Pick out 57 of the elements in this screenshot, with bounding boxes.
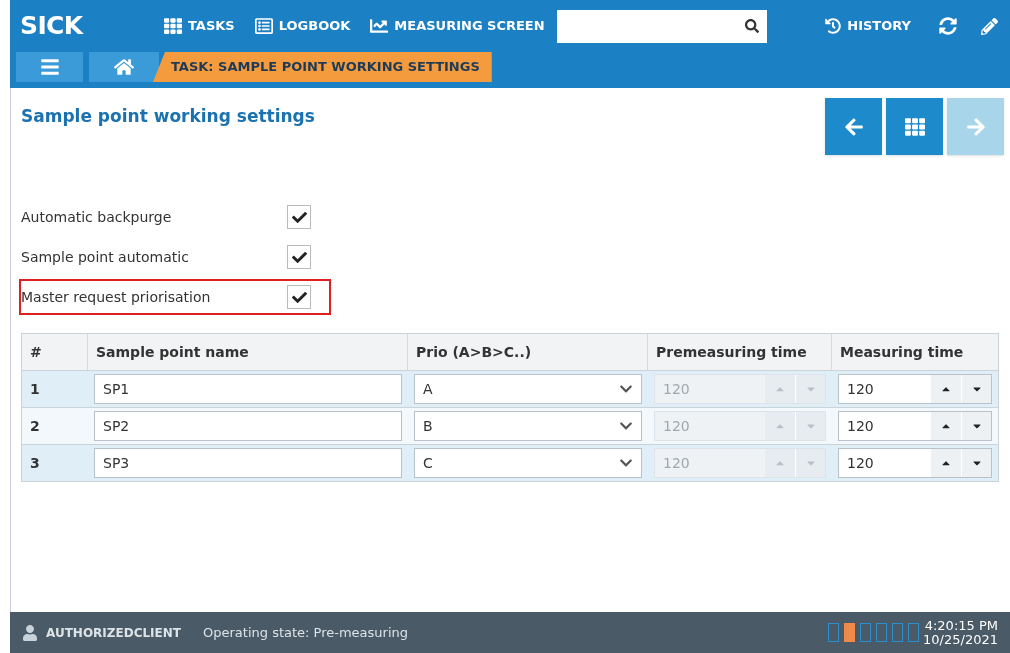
name-field[interactable]: SP2	[94, 411, 402, 441]
nav-link[interactable]: MEASURING SCREEN	[370, 16, 545, 36]
history-link[interactable]: HISTORY	[825, 16, 911, 36]
user-icon	[22, 624, 38, 641]
edit-icon[interactable]	[981, 17, 998, 35]
nav-button[interactable]	[825, 98, 882, 155]
prio-dropdown[interactable]: A	[414, 374, 642, 404]
menu-button[interactable]	[16, 52, 83, 82]
menu-icon	[39, 57, 60, 77]
increment-button[interactable]	[931, 412, 961, 440]
check-icon	[291, 289, 307, 305]
check-icon	[291, 209, 307, 225]
number-field[interactable]: 120	[838, 411, 992, 441]
setting-label: Master request priorisation	[21, 287, 212, 307]
prio-dropdown[interactable]: C	[414, 448, 642, 478]
history-icon	[825, 18, 842, 34]
increment-button[interactable]	[931, 375, 961, 403]
home-button[interactable]	[89, 52, 159, 82]
checkbox[interactable]	[287, 285, 311, 309]
row-number: 1	[29, 379, 41, 399]
decrement-button[interactable]	[961, 449, 991, 477]
line-chart-icon	[370, 17, 389, 35]
grid-icon	[164, 17, 182, 35]
name-field[interactable]: SP3	[94, 448, 402, 478]
page-title: Sample point working settings	[21, 105, 315, 128]
operating-state: Operating state: Pre-measuring	[203, 623, 409, 642]
row-number: 2	[29, 416, 41, 436]
number-field[interactable]: 120	[838, 374, 992, 404]
number-field[interactable]: 120	[838, 448, 992, 478]
nav-button[interactable]	[886, 98, 943, 155]
search-icon	[744, 19, 759, 33]
increment-button[interactable]	[931, 449, 961, 477]
clock-time: 4:20:15 PM	[924, 618, 998, 633]
setting-label: Automatic backpurge	[21, 207, 173, 227]
refresh-icon[interactable]	[939, 17, 957, 35]
checkbox[interactable]	[287, 245, 311, 269]
row-number: 3	[29, 453, 41, 473]
decrement-button[interactable]	[961, 375, 991, 403]
home-icon	[114, 57, 134, 77]
clock-date: 10/25/2021	[923, 632, 998, 647]
list-icon	[254, 17, 273, 35]
column-header: Measuring time	[839, 342, 965, 362]
setting-label: Sample point automatic	[21, 247, 190, 267]
logo: SICK	[20, 10, 85, 43]
breadcrumb-tab[interactable]: TASK: SAMPLE POINT WORKING SETTINGS	[153, 52, 492, 82]
prio-dropdown[interactable]: B	[414, 411, 642, 441]
grid-icon	[904, 116, 925, 137]
nav-link[interactable]: TASKS	[164, 16, 235, 36]
nav-link[interactable]: LOGBOOK	[254, 16, 351, 36]
check-icon	[291, 249, 307, 265]
arrow-right-icon	[965, 116, 986, 137]
user-name: AUTHORIZEDCLIENT	[46, 624, 181, 642]
name-field[interactable]: SP1	[94, 374, 402, 404]
decrement-button[interactable]	[961, 412, 991, 440]
arrow-left-icon	[843, 116, 864, 137]
checkbox[interactable]	[287, 205, 311, 229]
search-field[interactable]	[556, 9, 767, 43]
